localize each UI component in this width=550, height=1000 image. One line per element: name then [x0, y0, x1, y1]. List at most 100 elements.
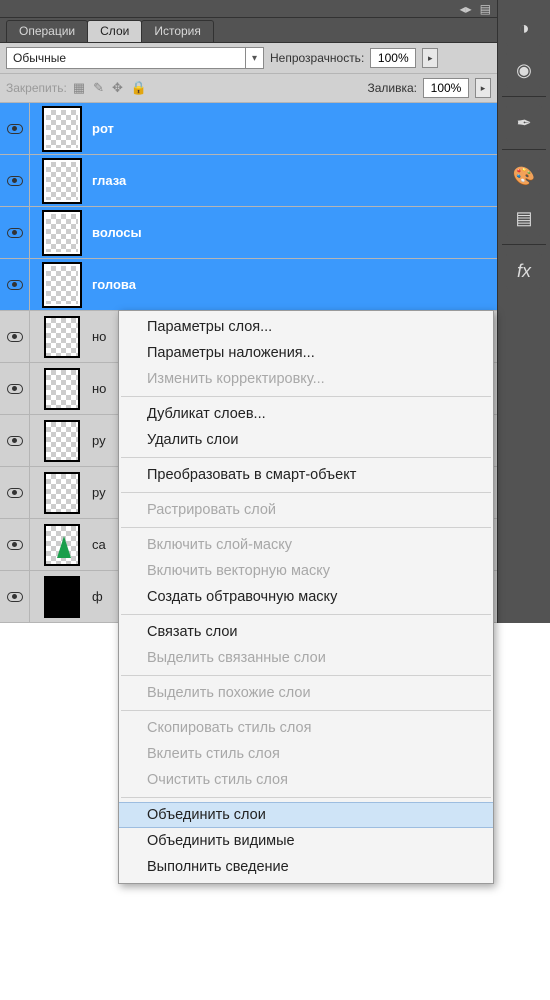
visibility-toggle[interactable] [0, 363, 30, 414]
tab-history[interactable]: История [141, 20, 214, 42]
collapse-arrows-icon[interactable]: ◂▸ [460, 3, 472, 15]
layer-name[interactable]: ру [92, 433, 106, 448]
menu-item[interactable]: Создать обтравочную маску [119, 584, 493, 610]
layer-name[interactable]: ру [92, 485, 106, 500]
layer-name[interactable]: глаза [92, 173, 126, 188]
fill-input[interactable]: 100% [423, 78, 469, 98]
separator [121, 675, 491, 676]
layer-name[interactable]: но [92, 381, 106, 396]
styles-icon[interactable]: fx [506, 253, 542, 289]
opacity-label: Непрозрачность: [270, 51, 364, 65]
blend-mode-select[interactable]: Обычные ▾ [6, 47, 264, 69]
layer-row[interactable]: голова [0, 259, 497, 311]
layer-thumbnail[interactable] [44, 108, 80, 150]
separator [121, 710, 491, 711]
eye-icon [7, 592, 23, 602]
menu-item[interactable]: Параметры наложения... [119, 340, 493, 366]
menu-item[interactable]: Выполнить сведение [119, 854, 493, 880]
layer-thumbnail[interactable] [44, 472, 80, 514]
layer-thumbnail[interactable] [44, 160, 80, 202]
panel-menu-icon[interactable]: ▤ [480, 3, 491, 15]
visibility-toggle[interactable] [0, 415, 30, 466]
visibility-toggle[interactable] [0, 571, 30, 622]
color-icon[interactable]: ◉ [506, 52, 542, 88]
menu-item: Изменить корректировку... [119, 366, 493, 392]
layer-thumbnail[interactable] [44, 212, 80, 254]
menu-item: Растрировать слой [119, 497, 493, 523]
layer-thumbnail[interactable] [44, 264, 80, 306]
menu-item[interactable]: Объединить слои [119, 802, 493, 828]
eye-icon [7, 384, 23, 394]
visibility-toggle[interactable] [0, 207, 30, 258]
lock-all-icon[interactable]: 🔒 [131, 80, 147, 96]
separator [121, 492, 491, 493]
separator [121, 396, 491, 397]
separator [121, 614, 491, 615]
layer-context-menu: Параметры слоя...Параметры наложения...И… [118, 310, 494, 884]
layer-thumbnail[interactable] [44, 576, 80, 618]
separator [121, 797, 491, 798]
layer-thumbnail[interactable] [44, 316, 80, 358]
histogram-icon[interactable]: ▤ [506, 200, 542, 236]
dock-sidebar: ◑ ◉ ✒ 🎨 ▤ fx [497, 0, 550, 623]
path-icon[interactable]: ✒ [506, 105, 542, 141]
layer-name[interactable]: ф [92, 589, 103, 604]
layer-name[interactable]: но [92, 329, 106, 344]
eye-icon [7, 488, 23, 498]
eye-icon [7, 436, 23, 446]
visibility-toggle[interactable] [0, 103, 30, 154]
menu-item[interactable]: Связать слои [119, 619, 493, 645]
menu-item: Скопировать стиль слоя [119, 715, 493, 741]
menu-item[interactable]: Удалить слои [119, 427, 493, 453]
separator [121, 527, 491, 528]
menu-item[interactable]: Преобразовать в смарт-объект [119, 462, 493, 488]
visibility-toggle[interactable] [0, 311, 30, 362]
menu-item[interactable]: Дубликат слоев... [119, 401, 493, 427]
tab-layers[interactable]: Слои [87, 20, 142, 42]
fill-slider-button[interactable]: ▸ [475, 78, 491, 98]
lock-paint-icon[interactable]: ✎ [93, 80, 104, 96]
layer-name[interactable]: голова [92, 277, 136, 292]
fill-label: Заливка: [367, 81, 417, 95]
lock-transparent-icon[interactable]: ▦ [73, 80, 85, 96]
eye-icon [7, 540, 23, 550]
eye-icon [7, 280, 23, 290]
layer-row[interactable]: глаза [0, 155, 497, 207]
opacity-slider-button[interactable]: ▸ [422, 48, 438, 68]
swatches-icon[interactable]: 🎨 [506, 158, 542, 194]
layer-thumbnail[interactable] [44, 368, 80, 410]
layer-name[interactable]: са [92, 537, 106, 552]
tab-operations[interactable]: Операции [6, 20, 88, 42]
layer-name[interactable]: волосы [92, 225, 142, 240]
layer-thumbnail[interactable] [44, 420, 80, 462]
layer-row[interactable]: рот [0, 103, 497, 155]
menu-item: Включить векторную маску [119, 558, 493, 584]
opacity-input[interactable]: 100% [370, 48, 416, 68]
lock-move-icon[interactable]: ✥ [112, 80, 123, 96]
eye-icon [7, 124, 23, 134]
menu-item[interactable]: Параметры слоя... [119, 314, 493, 340]
visibility-toggle[interactable] [0, 259, 30, 310]
panel-tabs: Операции Слои История [0, 18, 497, 42]
menu-item[interactable]: Объединить видимые [119, 828, 493, 854]
visibility-toggle[interactable] [0, 519, 30, 570]
visibility-toggle[interactable] [0, 467, 30, 518]
layer-row[interactable]: волосы [0, 207, 497, 259]
lock-label: Закрепить: [6, 81, 67, 95]
eye-icon [7, 176, 23, 186]
navigator-icon[interactable]: ◑ [506, 10, 542, 46]
menu-item: Выделить похожие слои [119, 680, 493, 706]
menu-item: Выделить связанные слои [119, 645, 493, 671]
menu-item: Вклеить стиль слоя [119, 741, 493, 767]
panel-header: ◂▸ ▤ [0, 0, 497, 18]
chevron-down-icon: ▾ [245, 48, 263, 68]
layer-thumbnail[interactable] [44, 524, 80, 566]
blend-mode-value: Обычные [13, 51, 66, 65]
eye-icon [7, 228, 23, 238]
menu-item: Очистить стиль слоя [119, 767, 493, 793]
visibility-toggle[interactable] [0, 155, 30, 206]
menu-item: Включить слой-маску [119, 532, 493, 558]
eye-icon [7, 332, 23, 342]
layer-name[interactable]: рот [92, 121, 114, 136]
separator [121, 457, 491, 458]
